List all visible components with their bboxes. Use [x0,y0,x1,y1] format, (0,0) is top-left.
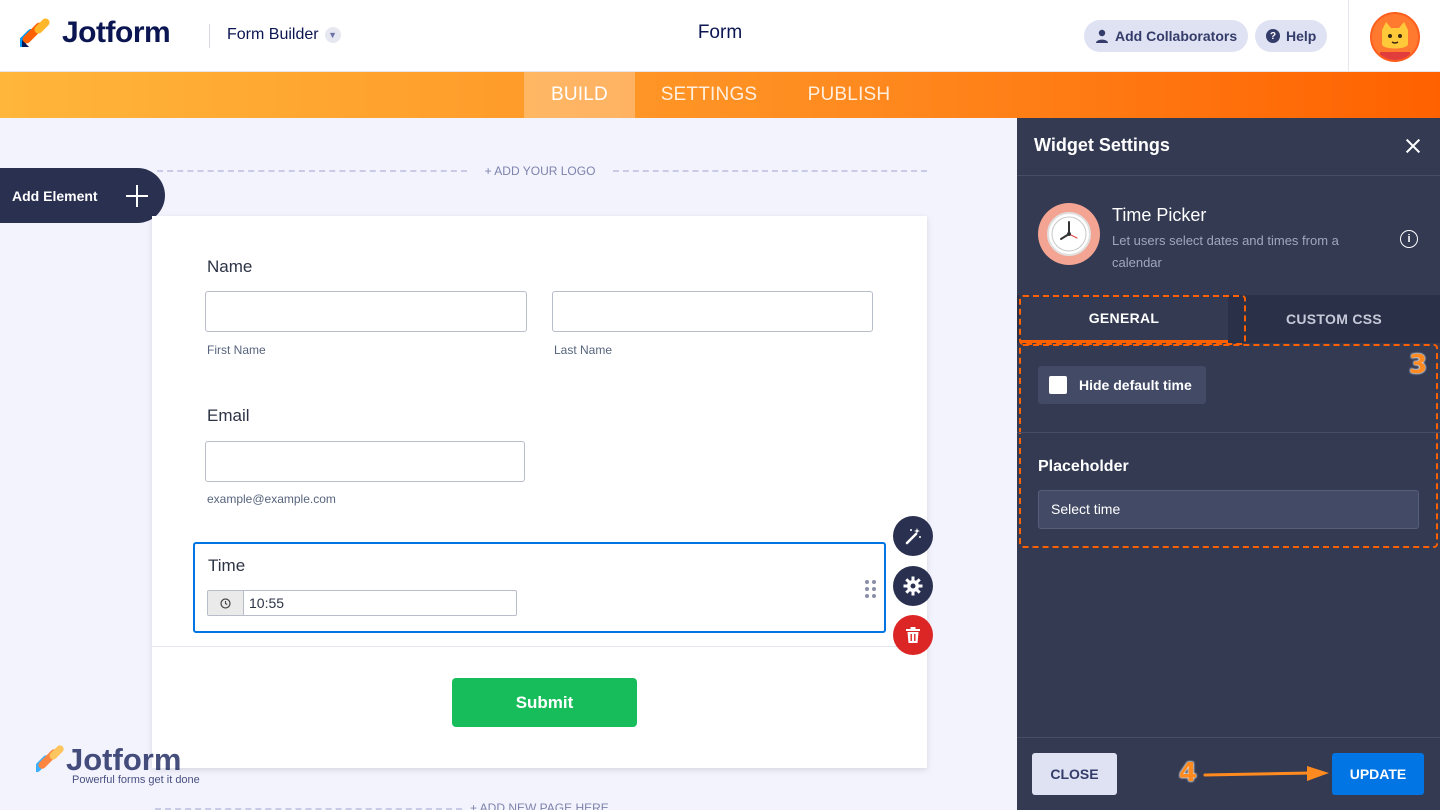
email-sublabel: example@example.com [207,492,336,506]
update-button[interactable]: UPDATE [1332,753,1424,795]
general-tab-highlight [1019,295,1246,345]
magic-wand-icon [905,528,921,545]
question-icon: ? [1266,29,1280,43]
hide-default-time-option[interactable]: Hide default time [1038,366,1206,404]
watermark-slogan: Powerful forms get it done [72,774,200,786]
cat-avatar-icon [1372,14,1418,60]
clock-icon [208,591,244,615]
drag-handle-icon[interactable] [865,580,877,598]
hide-default-time-label: Hide default time [1079,377,1192,393]
settings-button[interactable] [893,566,933,606]
avatar-divider [1348,0,1349,72]
last-name-input[interactable] [552,291,873,332]
help-label: Help [1286,28,1317,44]
add-logo-button[interactable]: + ADD YOUR LOGO [465,164,615,178]
delete-button[interactable] [893,615,933,655]
brand-name: Jotform [62,16,171,49]
form-canvas: + ADD YOUR LOGO Add Element Name First N… [0,118,1017,810]
gear-icon [903,576,923,596]
footer-divider [1017,737,1440,738]
add-collaborators-label: Add Collaborators [1115,28,1238,44]
info-icon[interactable]: i [1400,230,1418,248]
panel-header: Widget Settings [1017,118,1440,176]
magic-wand-button[interactable] [893,516,933,556]
step-3-marker: 3 [1409,350,1428,380]
hide-default-time-checkbox[interactable] [1049,376,1067,394]
form-card: Name First Name Last Name Email example@… [152,216,927,768]
time-value: 10:55 [249,595,285,611]
time-input[interactable]: 10:55 [207,590,517,616]
email-input[interactable] [205,441,525,482]
clock-icon [1047,212,1091,256]
time-field[interactable]: Time 10:55 [193,542,886,633]
add-element-button[interactable]: Add Element [0,168,165,223]
placeholder-input[interactable]: Select time [1038,490,1419,529]
submit-button[interactable]: Submit [452,678,637,727]
time-picker-widget-icon [1038,203,1100,265]
tab-publish[interactable]: PUBLISH [790,72,908,118]
jotform-watermark: Jotform Powerful forms get it done [36,742,200,786]
jotform-logo-icon [20,18,50,47]
panel-divider [1017,432,1440,433]
name-label: Name [207,257,253,276]
logo-dashed-line [157,170,467,172]
user-avatar[interactable] [1370,12,1420,62]
widget-settings-panel: Widget Settings Time Picker Let users se… [1017,118,1440,810]
tab-custom-css[interactable]: CUSTOM CSS [1228,295,1440,343]
plus-icon [126,185,148,207]
user-icon [1096,29,1108,43]
first-name-sublabel: First Name [207,343,266,357]
jotform-watermark-icon [36,745,64,773]
email-label: Email [207,406,250,425]
first-name-input[interactable] [205,291,527,332]
top-bar: Jotform Form Builder ▼ Form Add Collabor… [0,0,1440,72]
help-button[interactable]: ? Help [1255,20,1328,52]
watermark-brand: Jotform [66,742,182,777]
chevron-down-icon: ▼ [324,27,341,43]
builder-nav: BUILD SETTINGS PUBLISH [0,72,1440,118]
tab-settings[interactable]: SETTINGS [640,72,778,118]
form-builder-dropdown[interactable]: Form Builder ▼ [227,26,341,44]
tab-build[interactable]: BUILD [524,72,635,118]
arrow-right-icon [1203,766,1329,781]
logo-divider [209,24,210,48]
widget-name: Time Picker [1112,205,1207,225]
placeholder-label: Placeholder [1038,458,1129,475]
jotform-logo[interactable]: Jotform [20,16,171,50]
panel-title: Widget Settings [1034,135,1170,155]
form-builder-label: Form Builder [227,26,319,43]
add-element-label: Add Element [12,187,98,204]
last-name-sublabel: Last Name [554,343,613,357]
close-icon[interactable] [1404,137,1422,155]
add-collaborators-button[interactable]: Add Collaborators [1084,20,1249,52]
close-button[interactable]: CLOSE [1032,753,1117,795]
page-divider [152,646,927,647]
trash-icon [906,627,920,643]
add-page-button[interactable]: + ADD NEW PAGE HERE [470,801,609,810]
step-4-marker: 4 [1179,758,1198,788]
time-label: Time [208,556,246,575]
logo-dashed-line [613,170,927,172]
widget-description: Let users select dates and times from a … [1112,233,1339,270]
